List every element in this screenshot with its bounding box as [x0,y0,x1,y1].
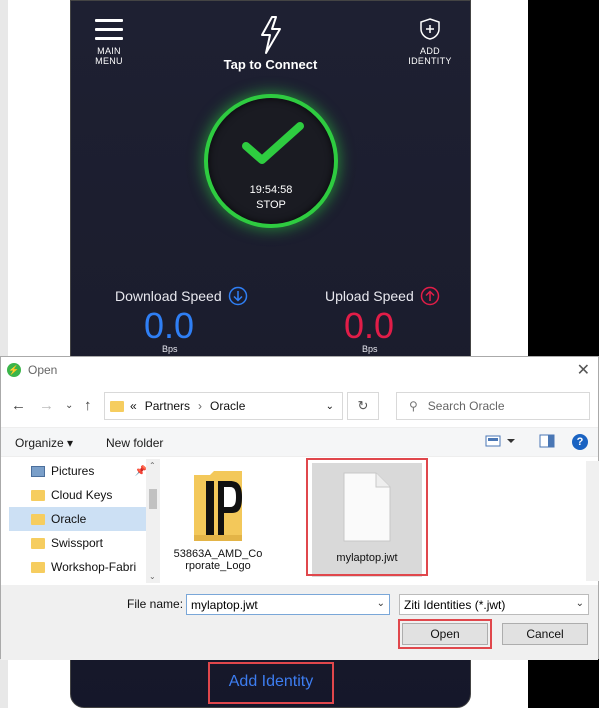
folder-icon [31,561,45,573]
file-scrollbar[interactable] [586,461,599,581]
file-type-value: Ziti Identities (*.jwt) [404,598,506,612]
nav-item-label: Oracle [51,512,87,526]
dialog-bottom-panel: File name: mylaptop.jwt ⌄ Ziti Identitie… [1,585,598,660]
nav-item-cloud-keys[interactable]: Cloud Keys [9,483,153,507]
hamburger-icon [89,19,129,40]
file-name-line2: rporate_Logo [185,560,251,572]
dialog-title: Open [28,363,58,377]
file-list: 53863A_AMD_Co rporate_Logo mylaptop.jwt [156,458,599,583]
organize-menu[interactable]: Organize ▾ [15,436,73,450]
view-options-icon[interactable] [485,434,517,451]
nav-item-label: Cloud Keys [51,488,113,502]
address-bar[interactable]: « Partners › Oracle ⌄ [104,392,343,420]
nav-item-label: Workshop-Fabri [51,560,137,574]
close-icon[interactable]: ✕ [577,360,590,380]
search-placeholder: Search Oracle [427,399,505,413]
help-icon[interactable]: ? [572,434,588,450]
add-identity-header-button[interactable]: ADD IDENTITY [408,17,452,66]
cancel-button[interactable]: Cancel [502,623,588,645]
file-name-value: mylaptop.jwt [191,598,258,612]
breadcrumb-oracle[interactable]: Oracle [210,399,245,413]
breadcrumb-partners[interactable]: Partners [145,399,190,413]
pictures-icon [31,465,45,477]
chevron-down-icon[interactable]: ⌄ [576,598,584,609]
connect-toggle-ring[interactable]: 19:54:58 STOP [204,94,338,228]
back-arrow-icon[interactable]: ← [11,397,26,414]
nav-item-pictures[interactable]: Pictures 📌 [9,459,153,483]
nav-item-oracle[interactable]: Oracle [9,507,153,531]
download-speed-label: Download Speed [115,288,222,304]
add-identity-label-1: ADD [420,46,440,56]
scroll-down-icon[interactable]: ⌄ [149,572,156,581]
nav-item-label: Swissport [51,536,104,550]
breadcrumb-separator: › [198,399,203,413]
open-file-dialog: ⚡ Open ✕ ← → ⌄ ↑ « Partners › Oracle ⌄ ↻… [0,356,599,660]
chevron-down-icon[interactable]: ⌄ [377,598,385,609]
connection-timer: 19:54:58 [249,184,293,196]
recent-dropdown-icon[interactable]: ⌄ [65,400,73,411]
lightning-logo-icon [261,16,281,54]
ziti-app-icon: ⚡ [7,363,21,377]
folder-icon [31,489,45,501]
file-name-line1: 53863A_AMD_Co [173,548,263,560]
download-speed-value: 0.0 [144,305,195,346]
nav-item-label: Pictures [51,464,95,478]
search-box[interactable]: ⚲ Search Oracle [396,392,590,420]
file-name-label: File name: [127,597,184,611]
add-identity-link[interactable]: Add Identity [208,662,334,704]
dialog-toolbar: Organize ▾ New folder ? [1,427,598,457]
upload-speed-value: 0.0 [344,305,395,346]
download-unit: Bps [162,344,178,354]
folder-thumbnail-icon [194,471,242,541]
folder-icon [31,513,45,525]
navigation-row: ← → ⌄ ↑ « Partners › Oracle ⌄ ↻ ⚲ Search… [1,391,598,421]
forward-arrow-icon[interactable]: → [39,397,54,414]
file-name-input[interactable]: mylaptop.jwt ⌄ [186,594,390,615]
upload-unit: Bps [362,344,378,354]
upload-speed-label: Upload Speed [325,288,414,304]
main-menu-label-1: MAIN [97,46,121,56]
file-highlight-box [306,458,428,576]
nav-item-workshop[interactable]: Workshop-Fabri [9,555,153,579]
nav-item-swissport[interactable]: Swissport [9,531,153,555]
download-speed-title: Download Speed [115,286,248,306]
open-highlight-box [398,619,492,649]
add-identity-label-2: IDENTITY [408,56,452,66]
new-folder-button[interactable]: New folder [106,436,163,450]
upload-arrow-icon [420,286,439,306]
checkmark-icon [242,122,304,164]
file-type-select[interactable]: Ziti Identities (*.jwt) ⌄ [399,594,589,615]
file-item-amd-logo[interactable]: 53863A_AMD_Co rporate_Logo [168,463,268,581]
navigation-pane: Pictures 📌 Cloud Keys Oracle Swissport W… [9,459,160,583]
search-icon: ⚲ [409,399,418,413]
refresh-button[interactable]: ↻ [347,392,379,420]
dialog-title-bar: ⚡ Open ✕ [1,357,598,383]
scroll-up-icon[interactable]: ⌃ [149,461,156,470]
download-arrow-icon [228,286,247,306]
upload-speed-title: Upload Speed [325,286,440,306]
preview-pane-icon[interactable] [539,434,555,451]
shield-plus-icon [420,18,440,40]
folder-icon [110,400,124,412]
folder-icon [31,537,45,549]
stop-label: STOP [256,199,286,211]
address-dropdown-icon[interactable]: ⌄ [326,401,334,412]
address-prefix: « [130,399,137,413]
up-arrow-icon[interactable]: ↑ [84,397,92,414]
